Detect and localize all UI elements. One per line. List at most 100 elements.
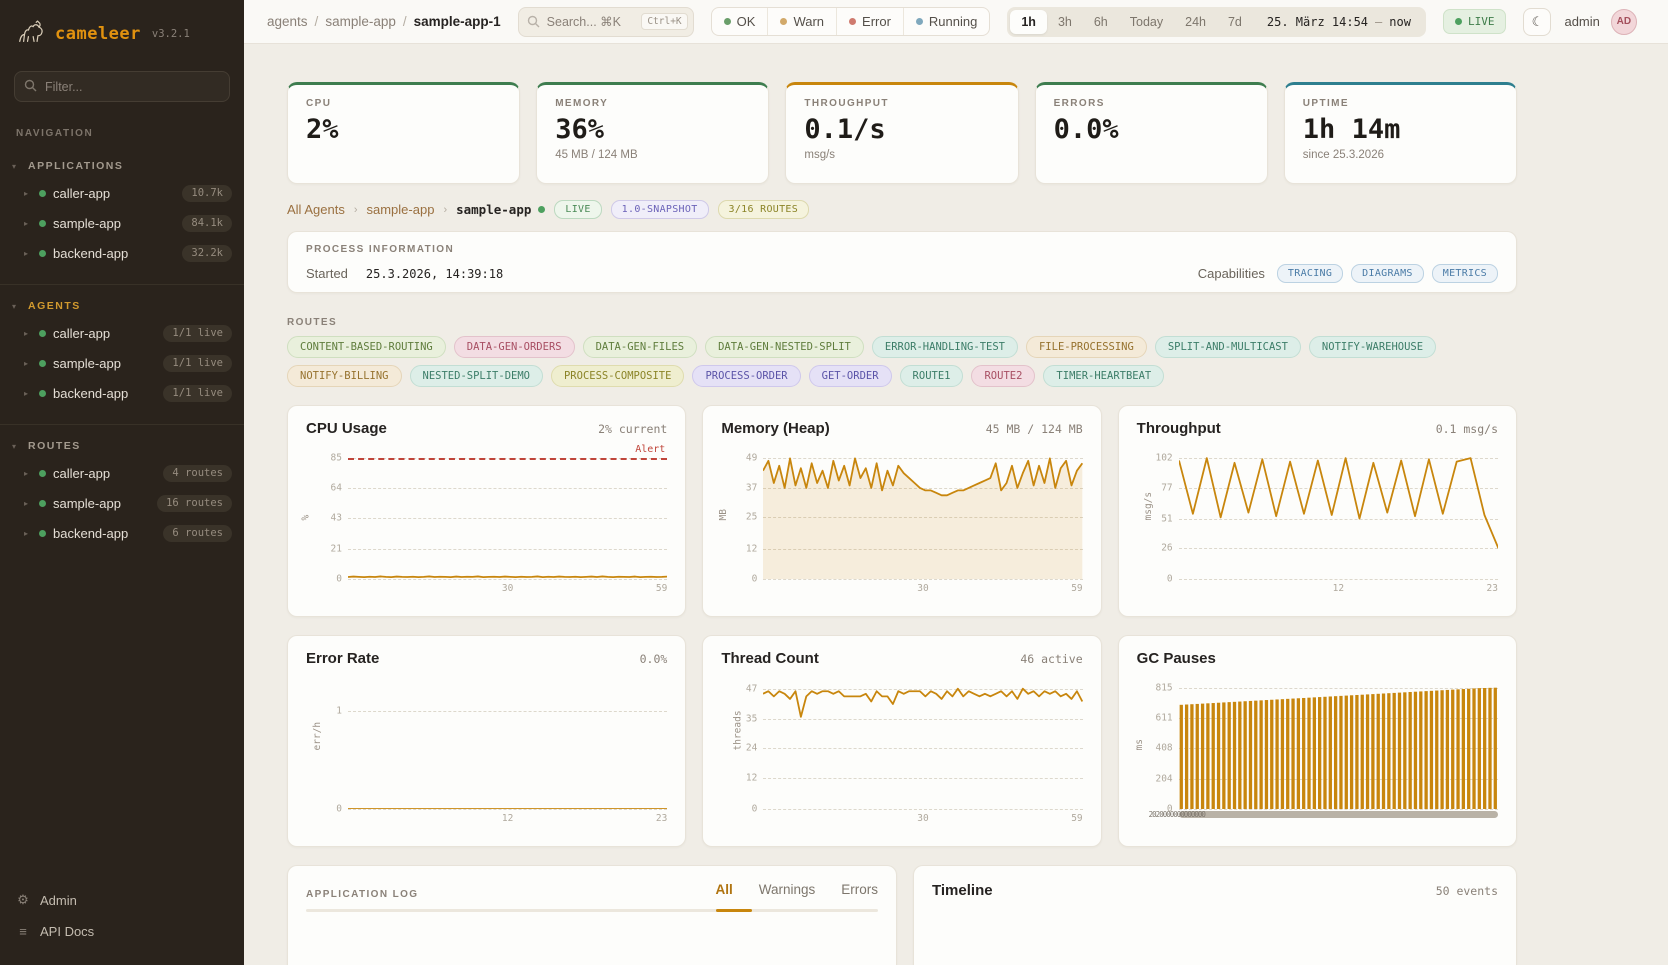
y-tick-label: 0 xyxy=(752,804,758,815)
dark-mode-toggle[interactable]: ☾ xyxy=(1523,8,1551,36)
breadcrumb-sample-app-1: sample-app-1 xyxy=(414,14,501,29)
y-tick-label: 611 xyxy=(1155,713,1172,724)
x-tick-label: 30 xyxy=(917,813,928,824)
route-chip-error-handling-test[interactable]: ERROR-HANDLING-TEST xyxy=(872,336,1018,358)
status-dot-icon xyxy=(39,360,46,367)
time-range-3h[interactable]: 3h xyxy=(1047,10,1083,34)
nav-section-header-agents[interactable]: ▾AGENTS xyxy=(0,297,244,318)
y-tick-label: 85 xyxy=(331,453,342,464)
time-range-1h[interactable]: 1h xyxy=(1010,10,1047,34)
app-version: v3.2.1 xyxy=(152,28,190,40)
time-range-today[interactable]: Today xyxy=(1119,10,1174,34)
sidebar-item-caller-app[interactable]: ▸caller-app1/1 live xyxy=(0,318,244,348)
agent-link-all-agents[interactable]: All Agents xyxy=(287,202,345,217)
route-chip-notify-warehouse[interactable]: NOTIFY-WAREHOUSE xyxy=(1309,336,1436,358)
status-filter-ok[interactable]: OK xyxy=(712,8,769,35)
y-axis-ticks: 473524120 xyxy=(735,681,763,809)
status-filter-label: Warn xyxy=(793,14,824,29)
route-chip-data-gen-orders[interactable]: DATA-GEN-ORDERS xyxy=(454,336,575,358)
x-axis-ticks: 30 59 xyxy=(763,583,1082,599)
sidebar-item-sample-app[interactable]: ▸sample-app16 routes xyxy=(0,488,244,518)
sidebar-item-backend-app[interactable]: ▸backend-app6 routes xyxy=(0,518,244,548)
stat-label: ERRORS xyxy=(1054,98,1249,109)
x-tick-label: 59 xyxy=(1071,583,1082,594)
nav-section-header-applications[interactable]: ▾APPLICATIONS xyxy=(0,157,244,178)
route-chip-file-processing[interactable]: FILE-PROCESSING xyxy=(1026,336,1147,358)
route-chip-data-gen-files[interactable]: DATA-GEN-FILES xyxy=(583,336,698,358)
topbar: agents/sample-app/sample-app-1 Ctrl+K OK… xyxy=(244,0,1668,44)
time-range-display[interactable]: 25. März 14:54 – now xyxy=(1253,15,1423,29)
agent-link-sample-app[interactable]: sample-app xyxy=(367,202,435,217)
log-tab-errors[interactable]: Errors xyxy=(841,882,878,907)
chart-current-value: 45 MB / 124 MB xyxy=(986,422,1083,436)
log-tab-warnings[interactable]: Warnings xyxy=(759,882,816,907)
x-tick-label: 30 xyxy=(917,583,928,594)
sidebar-item-caller-app[interactable]: ▸caller-app10.7k xyxy=(0,178,244,208)
gc-scrollbar[interactable] xyxy=(1179,811,1498,818)
chart-error-rate: Error Rate0.0%err/h101223 xyxy=(287,635,686,847)
sidebar-item-caller-app[interactable]: ▸caller-app4 routes xyxy=(0,458,244,488)
route-chip-content-based-routing[interactable]: CONTENT-BASED-ROUTING xyxy=(287,336,446,358)
route-chip-notify-billing[interactable]: NOTIFY-BILLING xyxy=(287,365,402,387)
y-tick-label: 12 xyxy=(746,773,757,784)
chart-plot xyxy=(763,681,1082,809)
sidebar-footer-api-docs[interactable]: ≡API Docs xyxy=(0,916,244,947)
nav-section-agents: ▾AGENTS▸caller-app1/1 live▸sample-app1/1… xyxy=(0,284,244,408)
sidebar-item-backend-app[interactable]: ▸backend-app1/1 live xyxy=(0,378,244,408)
breadcrumb-sample-app[interactable]: sample-app xyxy=(325,14,396,29)
time-range-24h[interactable]: 24h xyxy=(1174,10,1217,34)
y-tick-label: 64 xyxy=(331,482,342,493)
avatar[interactable]: AD xyxy=(1611,9,1637,35)
nav-section-header-routes[interactable]: ▾ROUTES xyxy=(0,437,244,458)
sidebar-item-badge: 16 routes xyxy=(157,495,232,512)
stat-sub: since 25.3.2026 xyxy=(1303,149,1498,161)
time-range-7d[interactable]: 7d xyxy=(1217,10,1253,34)
sidebar-filter-input[interactable] xyxy=(14,71,230,102)
route-chip-data-gen-nested-split[interactable]: DATA-GEN-NESTED-SPLIT xyxy=(705,336,864,358)
chevron-right-icon: ▸ xyxy=(24,189,32,198)
breadcrumb-separator: › xyxy=(443,204,447,216)
route-chip-split-and-multicast[interactable]: SPLIT-AND-MULTICAST xyxy=(1155,336,1301,358)
timeline-card: Timeline 50 events xyxy=(913,865,1517,965)
chevron-right-icon: ▸ xyxy=(24,359,32,368)
route-chip-route1[interactable]: ROUTE1 xyxy=(900,365,964,387)
sidebar-footer-admin[interactable]: ⚙Admin xyxy=(0,884,244,916)
y-tick-label: 0 xyxy=(1167,574,1173,585)
moon-icon: ☾ xyxy=(1532,14,1544,30)
time-range-6h[interactable]: 6h xyxy=(1083,10,1119,34)
x-tick-label: 23 xyxy=(656,813,667,824)
route-chip-nested-split-demo[interactable]: NESTED-SPLIT-DEMO xyxy=(410,365,543,387)
route-chip-process-composite[interactable]: PROCESS-COMPOSITE xyxy=(551,365,684,387)
sidebar-item-backend-app[interactable]: ▸backend-app32.2k xyxy=(0,238,244,268)
status-filter-warn[interactable]: Warn xyxy=(768,8,837,35)
sidebar-item-sample-app[interactable]: ▸sample-app84.1k xyxy=(0,208,244,238)
chevron-right-icon: ▸ xyxy=(24,499,32,508)
y-axis-ticks: 1027751260 xyxy=(1151,451,1179,579)
log-tab-all[interactable]: All xyxy=(715,882,732,907)
route-chip-route2[interactable]: ROUTE2 xyxy=(971,365,1035,387)
agent-breadcrumb-row: All Agents›sample-app›sample-appLIVE1.0-… xyxy=(287,200,1517,219)
live-indicator[interactable]: LIVE xyxy=(1443,9,1507,34)
route-chip-get-order[interactable]: GET-ORDER xyxy=(809,365,892,387)
chevron-right-icon: ▸ xyxy=(24,249,32,258)
chart-throughput: Throughput0.1 msg/smsg/s10277512601223 xyxy=(1118,405,1517,617)
app-logo[interactable]: cameleer v3.2.1 xyxy=(0,0,244,63)
status-filter-label: Running xyxy=(929,14,977,29)
status-dot-icon xyxy=(916,18,923,25)
y-tick-label: 102 xyxy=(1155,453,1172,464)
time-range-end: now xyxy=(1389,15,1411,29)
route-chip-timer-heartbeat[interactable]: TIMER-HEARTBEAT xyxy=(1043,365,1164,387)
sidebar-item-sample-app[interactable]: ▸sample-app1/1 live xyxy=(0,348,244,378)
sidebar-footer: ⚙Admin≡API Docs xyxy=(0,884,244,965)
chart-title: Throughput xyxy=(1137,420,1221,437)
chevron-right-icon: ▸ xyxy=(24,389,32,398)
status-dot-icon xyxy=(780,18,787,25)
y-tick-label: 24 xyxy=(746,742,757,753)
capabilities-group: Capabilities TRACINGDIAGRAMSMETRICS xyxy=(1198,264,1498,283)
breadcrumb-agents[interactable]: agents xyxy=(267,14,308,29)
chart-current-value: 2% current xyxy=(598,422,667,436)
status-filter-running[interactable]: Running xyxy=(904,8,989,35)
gridline xyxy=(763,809,1082,810)
route-chip-process-order[interactable]: PROCESS-ORDER xyxy=(692,365,800,387)
status-filter-error[interactable]: Error xyxy=(837,8,904,35)
